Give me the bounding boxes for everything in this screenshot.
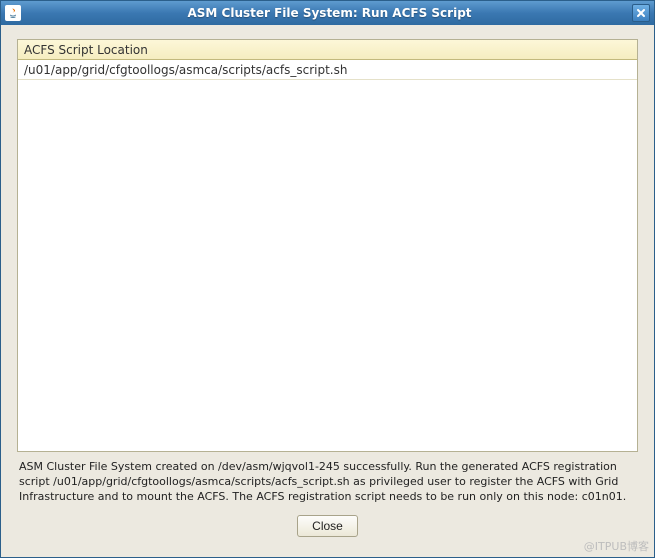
window-title: ASM Cluster File System: Run ACFS Script — [27, 6, 632, 20]
table-row[interactable]: /u01/app/grid/cfgtoollogs/asmca/scripts/… — [18, 60, 637, 80]
close-button[interactable]: Close — [297, 515, 358, 537]
dialog-window: ASM Cluster File System: Run ACFS Script… — [0, 0, 655, 558]
script-location-table: ACFS Script Location /u01/app/grid/cfgto… — [17, 39, 638, 452]
window-close-button[interactable] — [632, 4, 650, 22]
status-message: ASM Cluster File System created on /dev/… — [17, 452, 638, 511]
dialog-content: ACFS Script Location /u01/app/grid/cfgto… — [1, 25, 654, 557]
table-empty-area — [18, 80, 637, 451]
button-row: Close — [17, 511, 638, 547]
table-header-script-location: ACFS Script Location — [18, 40, 637, 60]
close-icon — [636, 8, 646, 18]
titlebar: ASM Cluster File System: Run ACFS Script — [1, 1, 654, 25]
java-icon — [5, 5, 21, 21]
